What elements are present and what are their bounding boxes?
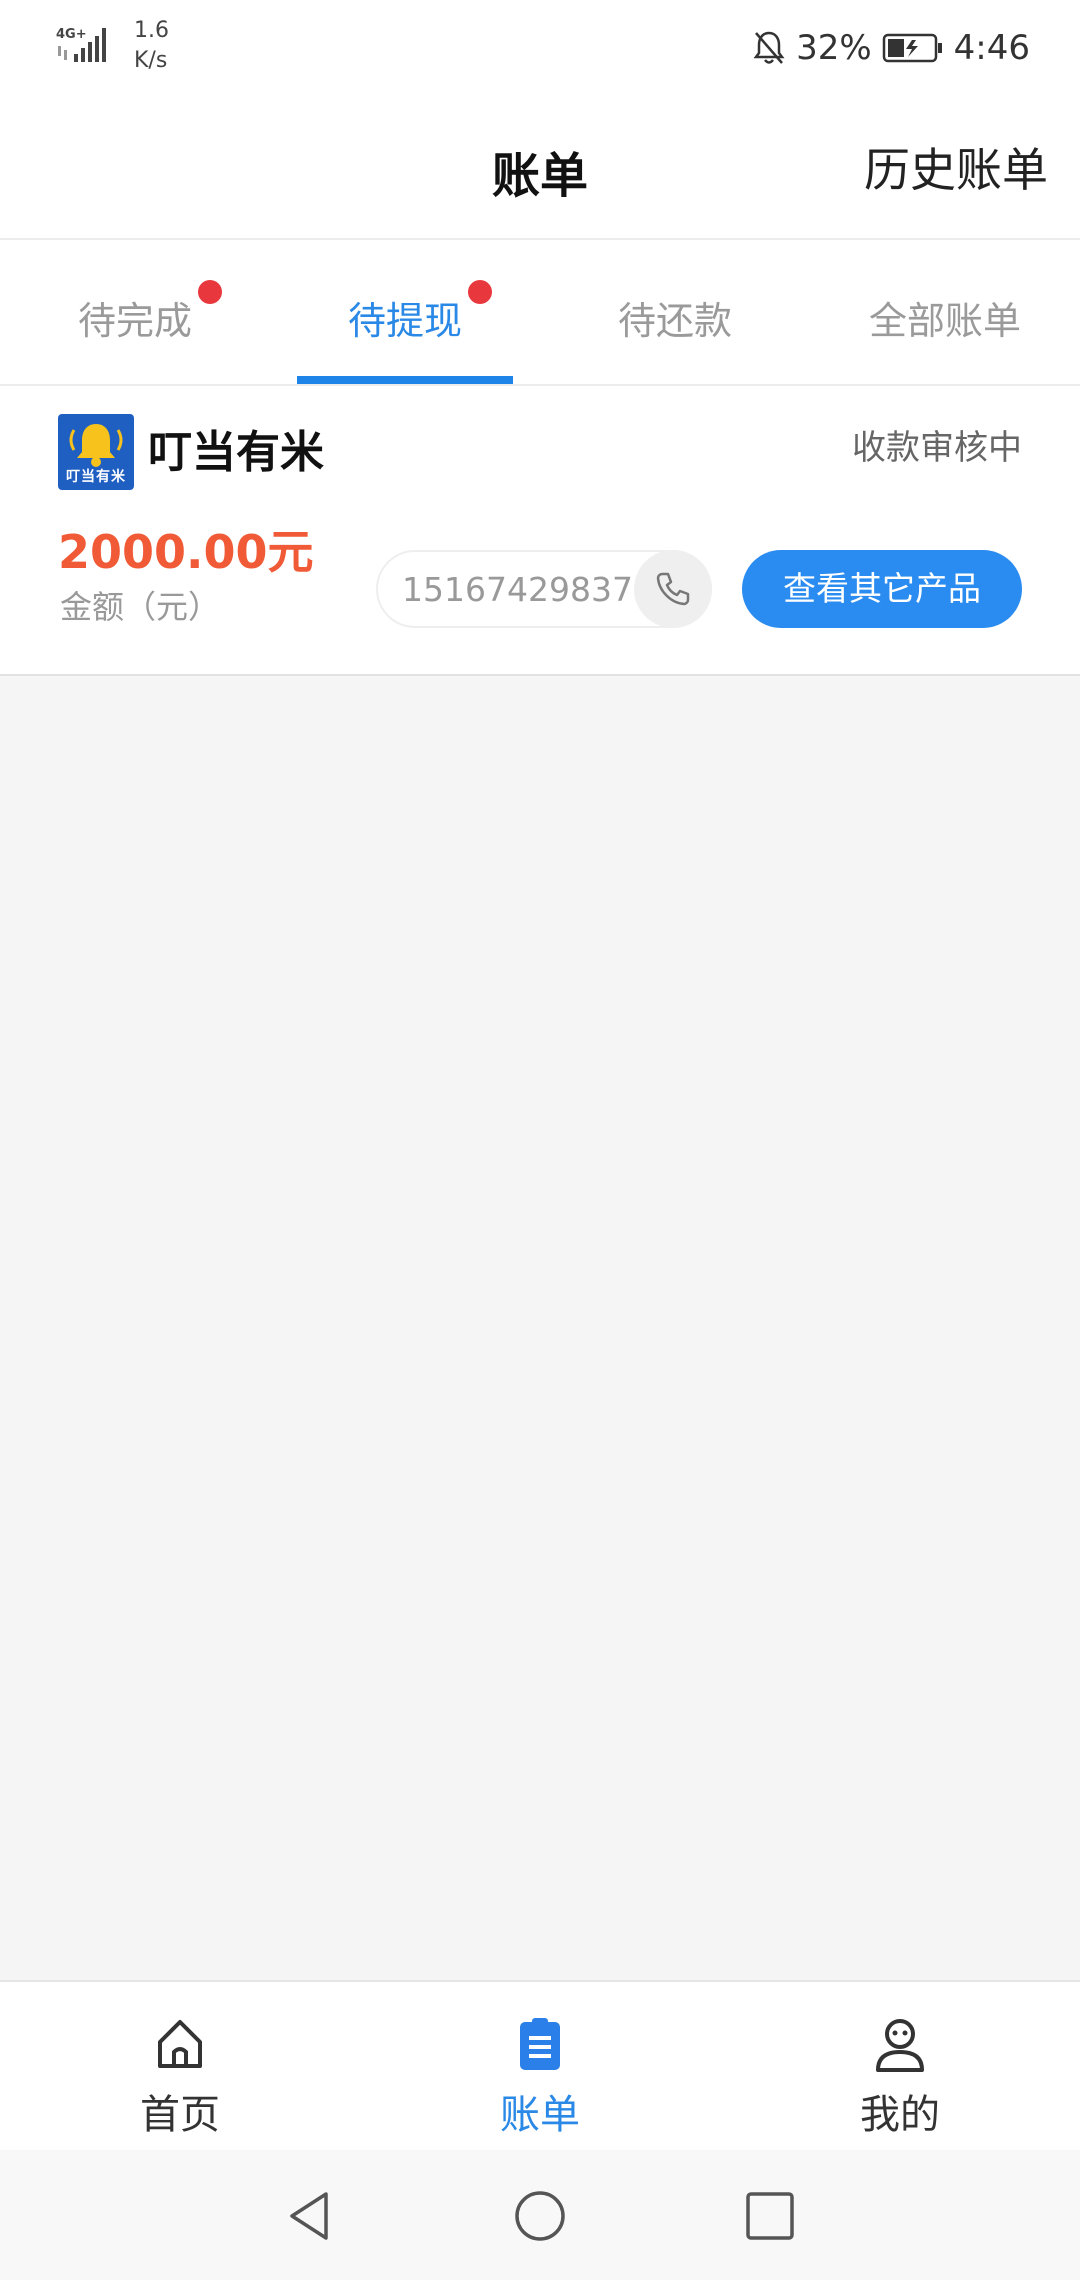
bottom-navigation: 首页 账单 我的 (0, 1980, 1080, 2150)
notification-dot (198, 280, 222, 304)
nav-bills[interactable]: 账单 (360, 1982, 720, 2150)
company-name: 叮当有米 (148, 427, 324, 478)
company-logo: 叮当有米 (58, 414, 134, 490)
bill-tabs: 待完成 待提现 待还款 全部账单 (0, 240, 1080, 386)
battery-percent: 32% (796, 28, 872, 68)
phone-number: 15167429837 (402, 570, 633, 609)
profile-icon (876, 2019, 924, 2072)
clock: 4:46 (953, 28, 1030, 68)
tab-pending-repayment[interactable]: 待还款 (540, 240, 810, 384)
phone-icon (656, 572, 690, 606)
tab-pending-complete[interactable]: 待完成 (0, 240, 270, 384)
active-tab-indicator (297, 376, 513, 384)
call-button[interactable] (634, 550, 712, 628)
battery-charging-icon (882, 33, 942, 63)
history-bills-link[interactable]: 历史账单 (864, 134, 1048, 200)
logo-text: 叮当有米 (66, 469, 126, 485)
bill-card[interactable]: 叮当有米 叮当有米 收款审核中 2000.00元 金额（元） 151674298… (0, 386, 1080, 676)
svg-text:4G+: 4G+ (56, 27, 87, 42)
nav-label: 首页 (140, 2092, 220, 2138)
tab-label: 全部账单 (868, 299, 1021, 343)
home-icon (158, 2020, 202, 2068)
system-navigation-bar (0, 2150, 1080, 2280)
bill-status: 收款审核中 (852, 428, 1022, 468)
tab-all-bills[interactable]: 全部账单 (810, 240, 1080, 384)
tab-label: 待还款 (617, 299, 732, 343)
tab-label: 待提现 (347, 299, 462, 343)
bill-amount: 2000.00元 (58, 525, 314, 579)
amount-label: 金额（元） (60, 588, 221, 626)
status-right: 32% 4:46 (752, 20, 1030, 76)
phone-contact[interactable]: 15167429837 (376, 550, 712, 628)
nav-profile[interactable]: 我的 (720, 1982, 1080, 2150)
title-bar: 账单 历史账单 (0, 96, 1080, 240)
nav-label: 账单 (500, 2092, 580, 2138)
home-circle-icon[interactable] (512, 2188, 568, 2244)
signal-icon: 4G+ (56, 27, 106, 62)
view-other-products-button[interactable]: 查看其它产品 (742, 550, 1022, 628)
bill-icon (520, 2018, 560, 2070)
notification-dot (468, 280, 492, 304)
status-bar: 4G+ 1.6 K/s 32% 4:46 (0, 0, 1080, 96)
mute-bell-icon (753, 31, 785, 64)
tab-label: 待完成 (77, 299, 192, 343)
nav-label: 我的 (860, 2092, 940, 2138)
nav-home[interactable]: 首页 (0, 1982, 360, 2150)
tab-pending-withdrawal[interactable]: 待提现 (270, 240, 540, 384)
back-icon[interactable] (282, 2188, 338, 2244)
network-speed: 1.6 K/s (134, 18, 169, 73)
recents-square-icon[interactable] (742, 2188, 798, 2244)
